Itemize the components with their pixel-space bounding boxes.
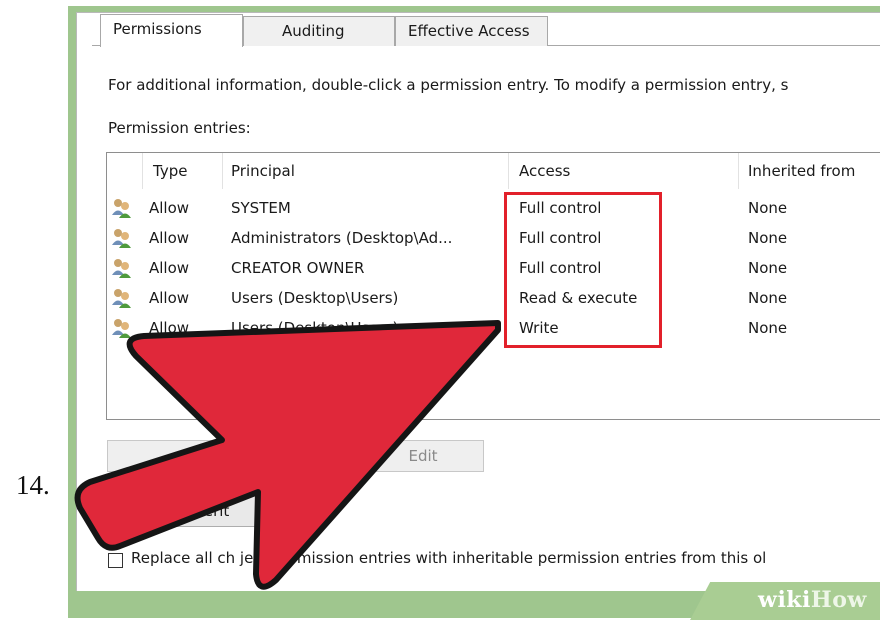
red-arrow-pointer: [74, 320, 501, 590]
watermark-part-1: wiki: [758, 587, 811, 613]
wikihow-watermark: wikiHow: [758, 587, 867, 613]
watermark-part-2: How: [810, 587, 867, 613]
